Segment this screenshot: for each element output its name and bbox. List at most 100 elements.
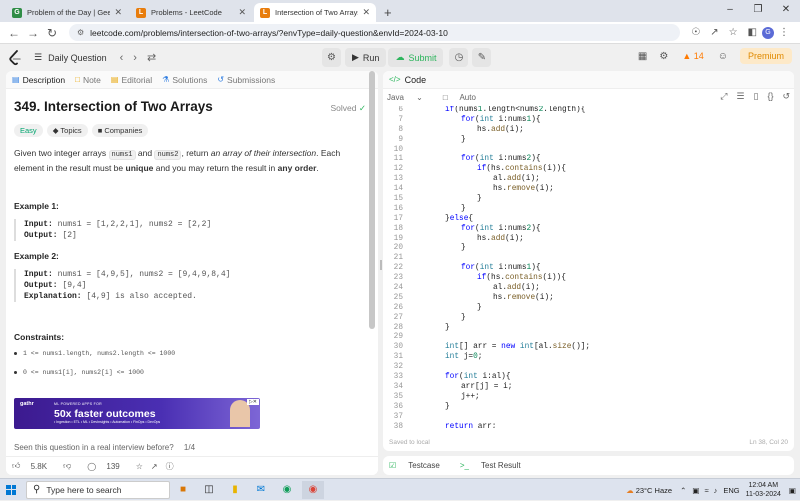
shuffle-icon[interactable]: ⇄	[147, 51, 156, 64]
code-line[interactable]: 22 for(int i:nums1){	[383, 264, 794, 274]
code-line[interactable]: 33 for(int i:al){	[383, 373, 794, 383]
code-line[interactable]: 38 return arr;	[383, 423, 794, 429]
back-arrow-icon[interactable]: ←	[6, 26, 22, 40]
code-line[interactable]: 28}	[383, 324, 794, 334]
code-line[interactable]: 24 al.add(i);	[383, 284, 794, 294]
file-explorer-icon[interactable]: ▮	[224, 481, 246, 499]
volume-icon[interactable]: ♪	[714, 486, 718, 495]
like-button[interactable]: 👍︎ 5.8K	[12, 461, 55, 471]
streak-counter[interactable]: ▲ 14	[682, 51, 703, 61]
site-info-icon[interactable]: ⚙	[77, 28, 84, 37]
tab-close-icon[interactable]: ✕	[238, 7, 246, 18]
code-line[interactable]: 35 j++;	[383, 393, 794, 403]
notification-icon[interactable]: ▣	[789, 486, 796, 495]
auto-toggle[interactable]: □ Auto	[443, 93, 486, 102]
new-tab-button[interactable]: +	[378, 3, 398, 22]
weather-widget[interactable]: ☁ 23°C Haze	[626, 486, 672, 495]
expand-icon[interactable]: ⤢	[720, 91, 727, 102]
clock[interactable]: 12:04 AM 11-03-2024	[746, 481, 781, 499]
tab-note[interactable]: □ Note	[75, 75, 101, 85]
format-lines-icon[interactable]: ☰	[736, 91, 744, 102]
code-line[interactable]: 17}else{	[383, 215, 794, 225]
code-line[interactable]: 19 hs.add(i);	[383, 235, 794, 245]
close-window-icon[interactable]: ✕	[772, 0, 800, 22]
leetcode-logo-icon[interactable]	[8, 49, 22, 66]
braces-icon[interactable]: {}	[767, 91, 773, 102]
code-line[interactable]: 12 if(hs.contains(i)){	[383, 165, 794, 175]
browser-tab[interactable]: G Problem of the Day | GeeksforG✕	[6, 3, 128, 22]
description-scrollbar[interactable]	[369, 71, 375, 329]
code-line[interactable]: 9}	[383, 136, 794, 146]
tab-testcase[interactable]: ☑ Testcase	[389, 461, 450, 470]
code-line[interactable]: 11 for(int i:nums2){	[383, 155, 794, 165]
profile-avatar[interactable]: G	[762, 26, 774, 39]
browser-tab[interactable]: L Intersection of Two Arrays - Le ✕	[254, 3, 376, 22]
language-indicator[interactable]: ENG	[723, 486, 739, 495]
code-line[interactable]: 8 hs.add(i);	[383, 126, 794, 136]
code-line[interactable]: 13 al.add(i);	[383, 175, 794, 185]
bookmark-star-icon[interactable]: ☆	[729, 27, 738, 38]
share-external-icon[interactable]: ↗	[151, 462, 158, 471]
network-icon[interactable]: ▣	[692, 486, 699, 495]
advertisement-banner[interactable]: gathr ML POWERED APPS FOR 50x faster out…	[14, 398, 260, 429]
tab-close-icon[interactable]: ✕	[114, 7, 122, 18]
run-button[interactable]: ▶ Run	[345, 48, 387, 67]
comments-button[interactable]: ◯ 139	[87, 462, 128, 471]
code-line[interactable]: 32	[383, 363, 794, 373]
daily-question-link[interactable]: Daily Question	[48, 53, 107, 63]
start-button[interactable]	[0, 484, 22, 495]
code-line[interactable]: 36}	[383, 403, 794, 413]
tab-close-icon[interactable]: ✕	[362, 7, 370, 18]
task-view-icon[interactable]: ◫	[198, 481, 220, 499]
store-icon[interactable]: ◉	[276, 481, 298, 499]
url-field[interactable]: ⚙ leetcode.com/problems/intersection-of-…	[69, 24, 681, 41]
code-line[interactable]: 34 arr[j] = i;	[383, 383, 794, 393]
premium-button[interactable]: Premium	[739, 48, 792, 64]
tab-description[interactable]: ▤ Description	[12, 75, 65, 85]
code-line[interactable]: 18 for(int i:nums2){	[383, 225, 794, 235]
wifi-icon[interactable]: ≈	[704, 486, 708, 495]
code-line[interactable]: 10	[383, 146, 794, 156]
bookmark-icon[interactable]: ▯	[753, 91, 758, 102]
code-line[interactable]: 25 hs.remove(i);	[383, 294, 794, 304]
submit-button[interactable]: ☁ Submit	[388, 48, 444, 67]
tab-submissions[interactable]: ↺ Submissions	[217, 75, 275, 85]
browser-tab[interactable]: L Problems - LeetCode ✕	[130, 3, 252, 22]
browser-menu-icon[interactable]: ⋮	[779, 27, 789, 38]
debug-bug-icon[interactable]: ⚙	[322, 48, 341, 67]
code-line[interactable]: 23 if(hs.contains(i)){	[383, 274, 794, 284]
code-line[interactable]: 37	[383, 413, 794, 423]
tab-editorial[interactable]: ▤ Editorial	[111, 75, 152, 85]
tray-chevron-icon[interactable]: ⌃	[680, 486, 686, 495]
code-line[interactable]: 26}	[383, 304, 794, 314]
companies-tag[interactable]: ■ Companies	[91, 124, 149, 137]
code-line[interactable]: 27}	[383, 314, 794, 324]
gift-box-icon[interactable]: ■	[172, 481, 194, 499]
side-panel-icon[interactable]: ◧	[748, 27, 757, 38]
code-line[interactable]: 14 hs.remove(i);	[383, 185, 794, 195]
code-line[interactable]: 7 for(int i:nums1){	[383, 116, 794, 126]
eye-off-icon[interactable]: ☉	[691, 27, 700, 38]
taskbar-search[interactable]: ⚲ Type here to search	[26, 480, 170, 499]
topics-tag[interactable]: ◆ Topics	[46, 124, 88, 137]
help-icon[interactable]: ⓘ	[166, 461, 174, 472]
mail-icon[interactable]: ✉	[250, 481, 272, 499]
chrome-icon[interactable]: ◉	[302, 480, 324, 499]
ad-close-icon[interactable]: ▷✕	[246, 399, 259, 405]
reset-icon[interactable]: ↺	[782, 91, 790, 102]
maximize-icon[interactable]: ❐	[744, 0, 772, 22]
code-line[interactable]: 15}	[383, 195, 794, 205]
code-line[interactable]: 29	[383, 333, 794, 343]
forward-arrow-icon[interactable]: →	[25, 26, 41, 40]
tab-solutions[interactable]: ⚗ Solutions	[162, 75, 207, 85]
panel-resize-handle[interactable]	[380, 260, 382, 270]
share-icon[interactable]: ↗	[710, 27, 718, 38]
code-editor[interactable]: 6 if(nums1.length<nums2.length){7 for(int …	[383, 106, 794, 428]
next-problem-icon[interactable]: ›	[133, 52, 137, 64]
notes-icon[interactable]: ✎	[472, 48, 492, 67]
timer-icon[interactable]: ◷	[449, 48, 469, 67]
favorite-star-icon[interactable]: ☆	[136, 462, 143, 471]
reload-icon[interactable]: ↻	[44, 26, 60, 40]
language-select[interactable]: Java ⌄	[387, 93, 433, 102]
code-line[interactable]: 31 int j=0;	[383, 353, 794, 363]
